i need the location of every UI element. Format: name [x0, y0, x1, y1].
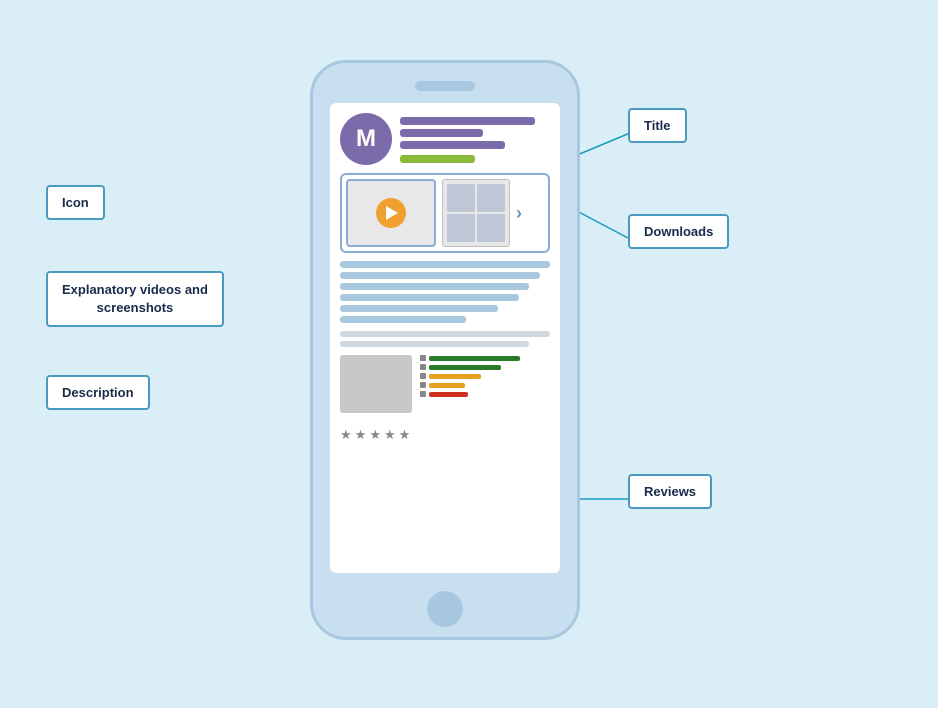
- rating-dot-4: [420, 364, 426, 370]
- desc-bar-5: [340, 305, 498, 312]
- review-image: [340, 355, 412, 413]
- play-button[interactable]: [376, 198, 406, 228]
- description-label: Description: [46, 375, 150, 410]
- explanatory-label: Explanatory videos andscreenshots: [46, 271, 224, 327]
- app-icon-circle: M: [340, 113, 392, 165]
- rating-dot-1: [420, 391, 426, 397]
- icon-label: Icon: [46, 185, 105, 220]
- desc-bar-2: [340, 272, 540, 279]
- star-3: ★: [369, 427, 381, 443]
- rating-bar-5: [429, 356, 520, 361]
- star-1: ★: [340, 427, 352, 443]
- desc-bar-3: [340, 283, 529, 290]
- screenshots-section: ›: [340, 173, 550, 253]
- description-section: [340, 261, 550, 323]
- phone-speaker: [415, 81, 475, 91]
- rating-bar-4: [429, 365, 501, 370]
- rating-bar-1: [429, 392, 468, 397]
- thumb-block-2: [477, 184, 505, 212]
- desc-bar-6: [340, 316, 466, 323]
- screenshot-thumbnail: [442, 179, 510, 247]
- chevron-right-icon[interactable]: ›: [516, 203, 522, 224]
- thumb-block-3: [447, 214, 475, 242]
- thumb-block-1: [447, 184, 475, 212]
- rating-row-4: [420, 364, 550, 370]
- star-4: ★: [384, 427, 396, 443]
- green-bar: [400, 155, 475, 163]
- rating-row-2: [420, 382, 550, 388]
- star-2: ★: [355, 427, 367, 443]
- phone-home-button[interactable]: [427, 591, 463, 627]
- app-info: [400, 113, 550, 163]
- rating-bars: [420, 355, 550, 397]
- rating-bar-3: [429, 374, 481, 379]
- title-bar: [400, 117, 535, 125]
- reviews-section: [340, 355, 550, 413]
- play-icon: [386, 206, 398, 220]
- rating-row-1: [420, 391, 550, 397]
- separator-section: [340, 331, 550, 347]
- title-label: Title: [628, 108, 687, 143]
- rating-row-5: [420, 355, 550, 361]
- app-icon-letter: M: [356, 125, 376, 153]
- rating-row-3: [420, 373, 550, 379]
- rating-dot-3: [420, 373, 426, 379]
- rating-dot-5: [420, 355, 426, 361]
- reviews-label: Reviews: [628, 474, 712, 509]
- downloads-label: Downloads: [628, 214, 729, 249]
- video-thumbnail: [346, 179, 436, 247]
- rating-bar-2: [429, 383, 465, 388]
- desc-bar-1: [340, 261, 550, 268]
- phone-mockup: M ›: [310, 60, 580, 640]
- stars-row: ★ ★ ★ ★ ★: [340, 427, 550, 443]
- sub-bar-1: [400, 129, 483, 137]
- sep-bar-2: [340, 341, 529, 347]
- sub-bar-2: [400, 141, 505, 149]
- sep-bar-1: [340, 331, 550, 337]
- phone-screen: M ›: [330, 103, 560, 573]
- desc-bar-4: [340, 294, 519, 301]
- star-5: ★: [399, 427, 411, 443]
- rating-dot-2: [420, 382, 426, 388]
- app-header: M: [340, 113, 550, 165]
- thumb-block-4: [477, 214, 505, 242]
